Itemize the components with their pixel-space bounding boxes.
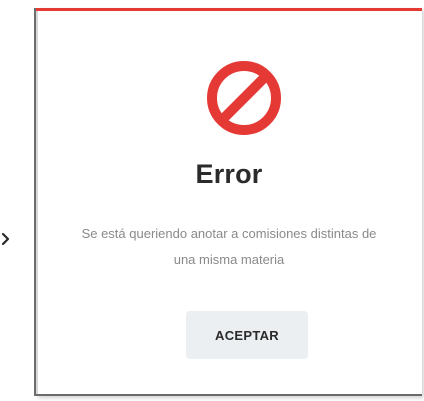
dialog-message: Se está queriendo anotar a comisiones di… xyxy=(81,226,377,267)
dialog-title: Error xyxy=(195,159,263,189)
page: Error Se está queriendo anotar a comisio… xyxy=(0,0,424,401)
error-dialog: Error Se está queriendo anotar a comisio… xyxy=(36,8,422,396)
dialog-bottom-edge xyxy=(36,394,422,396)
chevron-right-icon xyxy=(0,231,12,247)
dialog-left-edge xyxy=(36,11,38,396)
accept-button[interactable]: ACEPTAR xyxy=(186,311,308,359)
prohibited-icon xyxy=(204,58,284,138)
